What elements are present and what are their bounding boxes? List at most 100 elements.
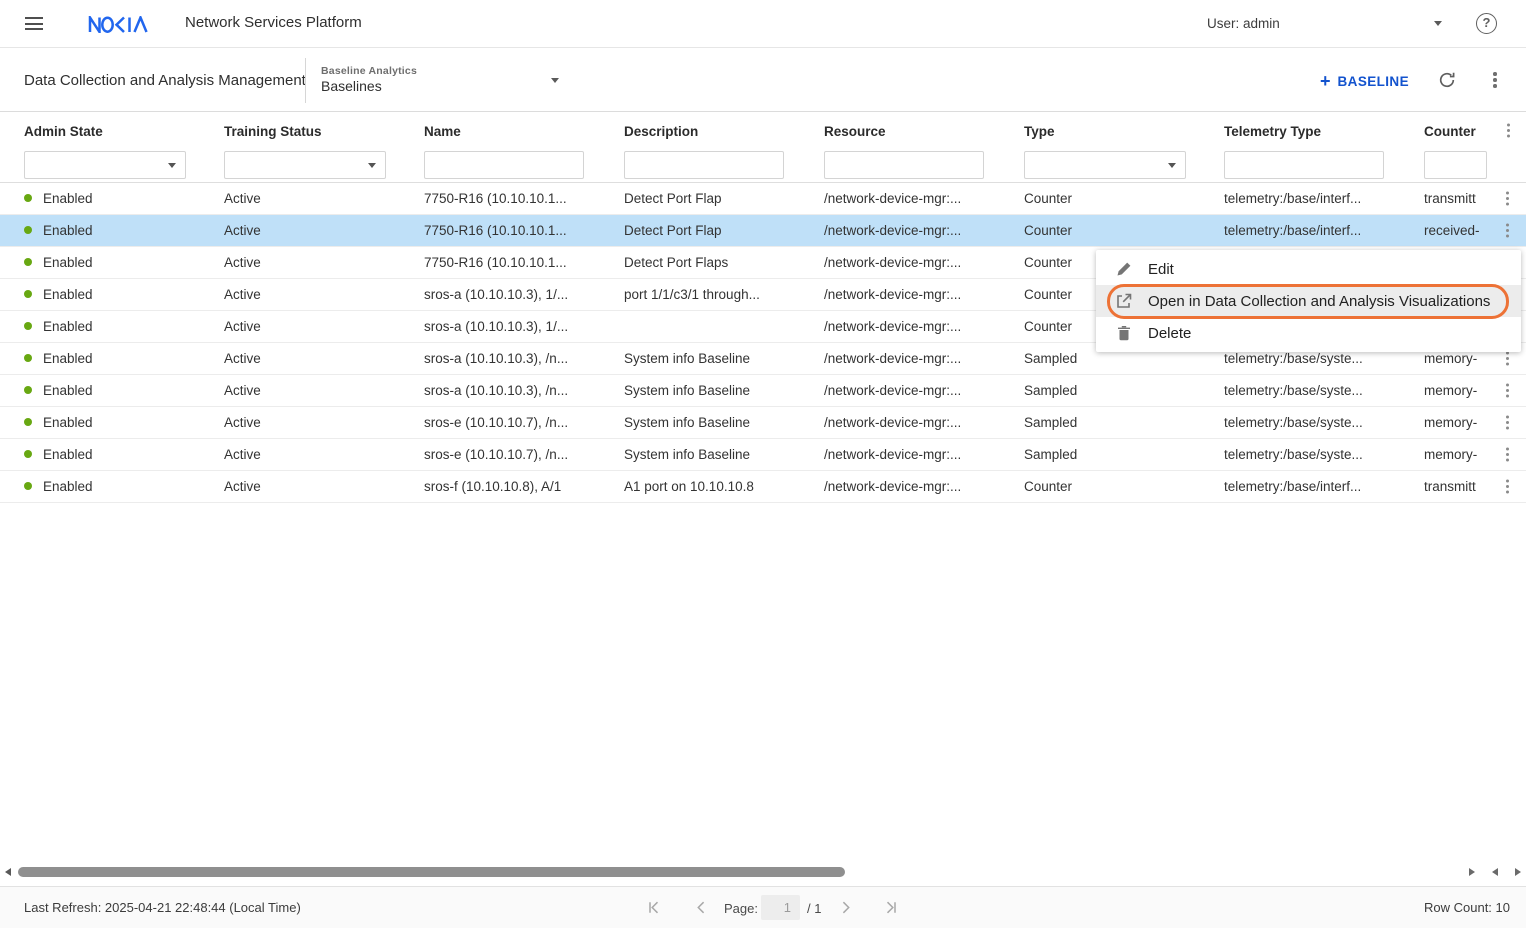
menu-item-label: Open in Data Collection and Analysis Vis… xyxy=(1148,293,1490,310)
row-actions-icon[interactable] xyxy=(1506,229,1509,232)
filter-type-select[interactable] xyxy=(1024,151,1186,179)
table-row[interactable]: EnabledActivesros-e (10.10.10.7), /n...S… xyxy=(0,407,1526,439)
hscroll-left-arrow-icon[interactable] xyxy=(5,868,11,876)
cell-resource: /network-device-mgr:... xyxy=(824,439,1024,470)
filter-cell-resource xyxy=(824,151,1024,179)
column-header-telemetry-type[interactable]: Telemetry Type xyxy=(1224,124,1424,139)
menu-item-delete[interactable]: Delete xyxy=(1096,317,1521,349)
filter-cell-training-status xyxy=(224,151,424,179)
cell-telemetry-type: telemetry:/base/interf... xyxy=(1224,471,1424,502)
cell-admin-state: Enabled xyxy=(24,247,224,278)
cell-training-status: Active xyxy=(224,375,424,406)
cell-admin-state: Enabled xyxy=(24,407,224,438)
user-menu-label[interactable]: User: admin xyxy=(1207,16,1280,31)
toolbar-more-options-icon[interactable] xyxy=(1493,78,1497,82)
menu-item-edit[interactable]: Edit xyxy=(1096,253,1521,285)
toolbar: Data Collection and Analysis Management … xyxy=(0,48,1526,112)
column-header-resource[interactable]: Resource xyxy=(824,124,1024,139)
row-actions-icon[interactable] xyxy=(1506,485,1509,488)
chevron-down-icon xyxy=(368,163,376,168)
application-window: Network Services Platform User: admin ? … xyxy=(0,0,1526,928)
app-title: Network Services Platform xyxy=(185,14,362,31)
cell-training-status: Active xyxy=(224,343,424,374)
hscroll-right-arrow-icon[interactable] xyxy=(1469,868,1475,876)
cell-description: System info Baseline xyxy=(624,343,824,374)
chevron-down-icon xyxy=(1168,163,1176,168)
last-refresh-text: Last Refresh: 2025-04-21 22:48:44 (Local… xyxy=(24,900,301,915)
cell-name: sros-a (10.10.10.3), 1/... xyxy=(424,311,624,342)
table-row[interactable]: EnabledActivesros-e (10.10.10.7), /n...S… xyxy=(0,439,1526,471)
status-dot xyxy=(24,482,32,490)
cell-training-status: Active xyxy=(224,183,424,214)
cell-admin-state: Enabled xyxy=(24,471,224,502)
cell-name: sros-f (10.10.10.8), A/1 xyxy=(424,471,624,502)
filter-admin-state-select[interactable] xyxy=(24,151,186,179)
filter-resource-input[interactable] xyxy=(824,151,984,179)
cell-name: 7750-R16 (10.10.10.1... xyxy=(424,247,624,278)
refresh-icon[interactable] xyxy=(1437,70,1457,90)
cell-telemetry-type: telemetry:/base/interf... xyxy=(1224,183,1424,214)
column-settings-icon[interactable] xyxy=(1507,129,1510,132)
view-picker-value[interactable]: Baselines xyxy=(321,78,382,94)
next-page-icon[interactable] xyxy=(838,900,853,915)
cell-type: Sampled xyxy=(1024,439,1224,470)
row-actions-icon[interactable] xyxy=(1506,421,1509,424)
cell-resource: /network-device-mgr:... xyxy=(824,311,1024,342)
view-picker-label: Baseline Analytics xyxy=(321,65,417,77)
first-page-icon[interactable] xyxy=(646,900,661,915)
column-header-admin-state[interactable]: Admin State xyxy=(24,124,224,139)
row-actions-icon[interactable] xyxy=(1506,453,1509,456)
column-pan-left-icon[interactable] xyxy=(1492,868,1498,876)
filter-cell-type xyxy=(1024,151,1224,179)
cell-admin-state: Enabled xyxy=(24,311,224,342)
column-header-counter[interactable]: Counter xyxy=(1424,124,1502,139)
row-actions-icon[interactable] xyxy=(1506,389,1509,392)
view-picker-caret-icon[interactable] xyxy=(551,78,559,83)
cell-name: sros-a (10.10.10.3), /n... xyxy=(424,343,624,374)
status-dot xyxy=(24,418,32,426)
menu-item-open-in-visualizations[interactable]: Open in Data Collection and Analysis Vis… xyxy=(1096,285,1521,317)
cell-name: sros-e (10.10.10.7), /n... xyxy=(424,439,624,470)
row-actions-icon[interactable] xyxy=(1506,357,1509,360)
table-row[interactable]: EnabledActivesros-f (10.10.10.8), A/1A1 … xyxy=(0,471,1526,503)
hamburger-menu-icon[interactable] xyxy=(25,17,43,31)
filter-cell-counter xyxy=(1424,151,1502,179)
column-header-name[interactable]: Name xyxy=(424,124,624,139)
help-icon[interactable]: ? xyxy=(1476,13,1497,34)
add-baseline-button[interactable]: + BASELINE xyxy=(1320,70,1409,92)
horizontal-scrollbar-thumb[interactable] xyxy=(18,867,845,877)
column-pan-right-icon[interactable] xyxy=(1515,868,1521,876)
filter-training-status-select[interactable] xyxy=(224,151,386,179)
last-page-icon[interactable] xyxy=(884,900,899,915)
filter-telemetry-type-input[interactable] xyxy=(1224,151,1384,179)
table-row[interactable]: EnabledActivesros-a (10.10.10.3), /n...S… xyxy=(0,375,1526,407)
cell-resource: /network-device-mgr:... xyxy=(824,215,1024,246)
cell-description: Detect Port Flap xyxy=(624,215,824,246)
cell-admin-state: Enabled xyxy=(24,215,224,246)
filter-counter-input[interactable] xyxy=(1424,151,1487,179)
cell-training-status: Active xyxy=(224,215,424,246)
status-dot xyxy=(24,290,32,298)
row-actions-icon[interactable] xyxy=(1506,197,1509,200)
table-row[interactable]: EnabledActive7750-R16 (10.10.10.1...Dete… xyxy=(0,215,1526,247)
previous-page-icon[interactable] xyxy=(694,900,709,915)
user-menu-caret-icon[interactable] xyxy=(1434,21,1442,26)
filter-name-input[interactable] xyxy=(424,151,584,179)
footer-bar: Last Refresh: 2025-04-21 22:48:44 (Local… xyxy=(0,886,1526,928)
table-row[interactable]: EnabledActive7750-R16 (10.10.10.1...Dete… xyxy=(0,183,1526,215)
page-number-input[interactable]: 1 xyxy=(761,895,800,920)
cell-description xyxy=(624,311,824,342)
cell-admin-state: Enabled xyxy=(24,183,224,214)
column-header-type[interactable]: Type xyxy=(1024,124,1224,139)
cell-counter: memory- xyxy=(1424,439,1502,470)
column-header-training-status[interactable]: Training Status xyxy=(224,124,424,139)
page-label: Page: xyxy=(724,901,758,916)
filter-description-input[interactable] xyxy=(624,151,784,179)
table-header: Admin StateTraining StatusNameDescriptio… xyxy=(0,112,1526,183)
cell-training-status: Active xyxy=(224,439,424,470)
column-header-description[interactable]: Description xyxy=(624,124,824,139)
cell-resource: /network-device-mgr:... xyxy=(824,279,1024,310)
cell-training-status: Active xyxy=(224,279,424,310)
cell-counter: received- xyxy=(1424,215,1502,246)
cell-description: A1 port on 10.10.10.8 xyxy=(624,471,824,502)
